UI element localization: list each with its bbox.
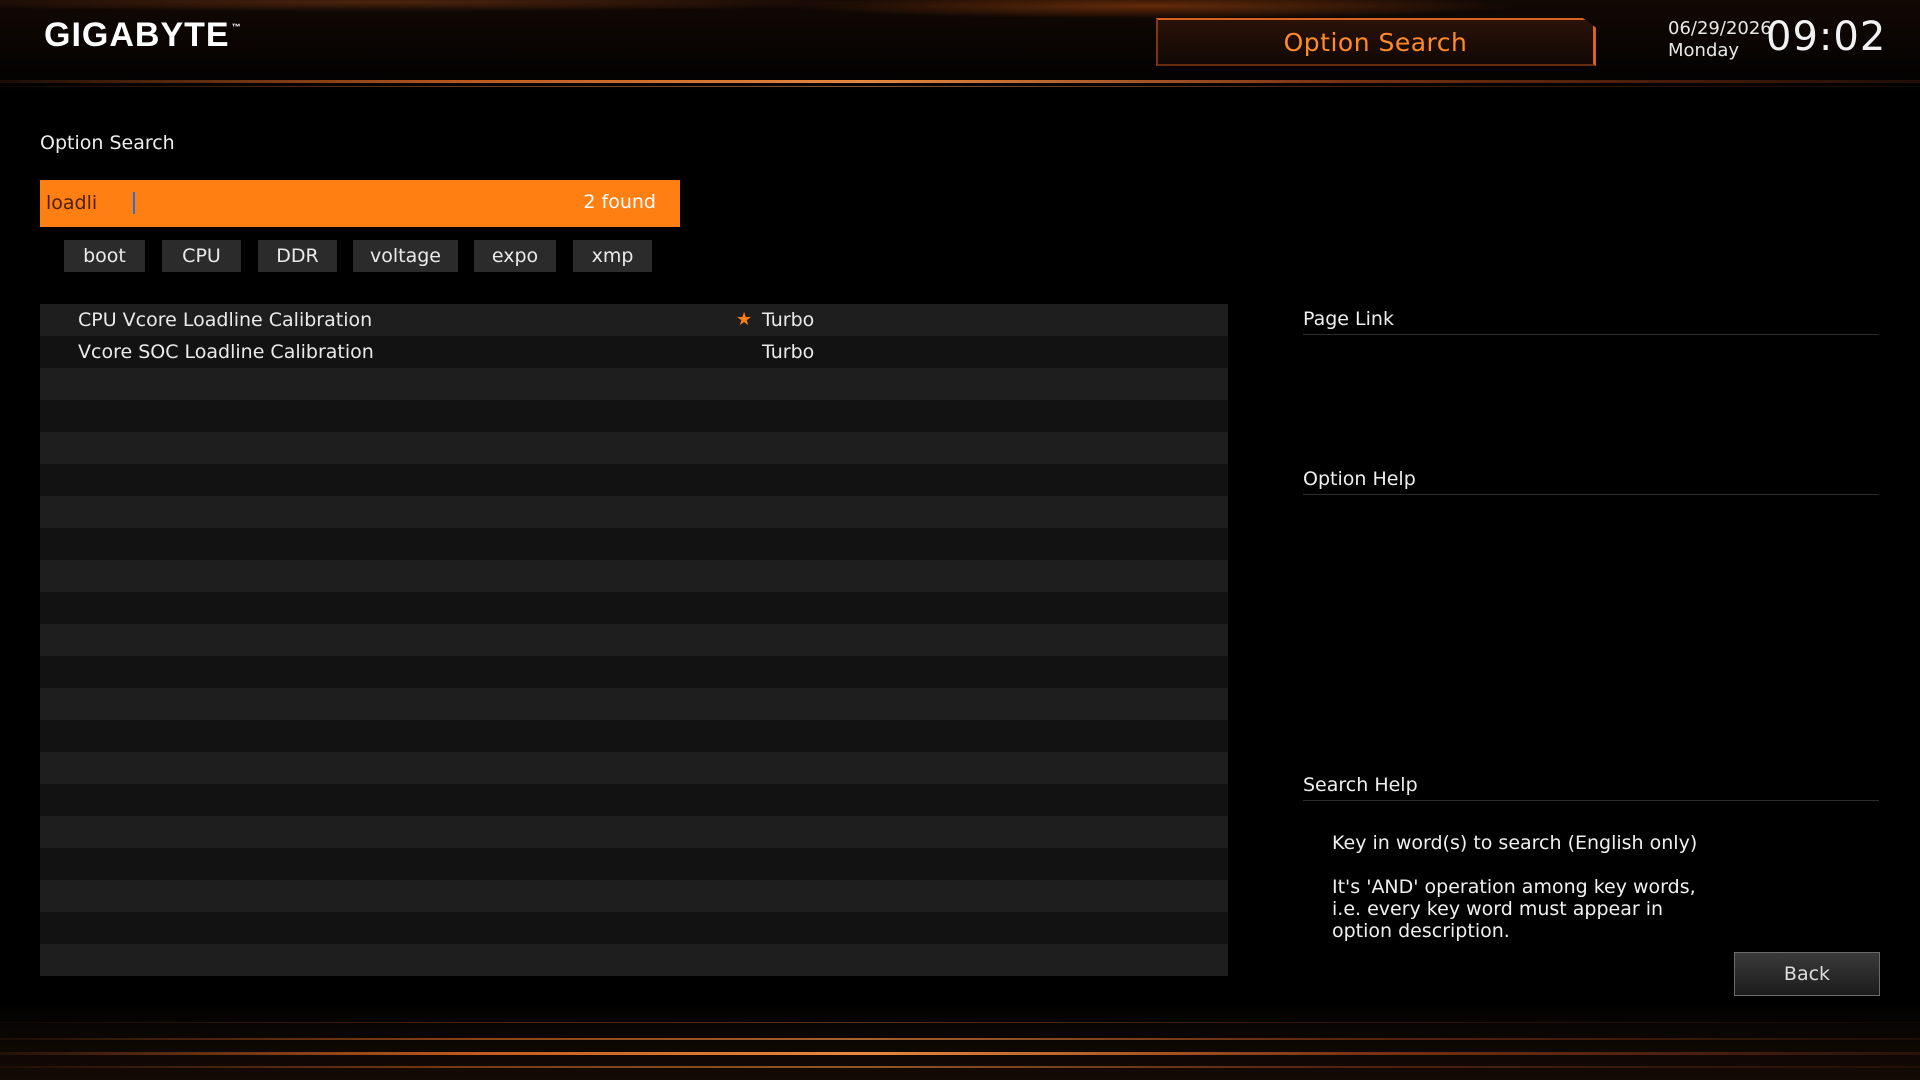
page-title-box: Option Search xyxy=(1156,18,1596,66)
result-value: Turbo xyxy=(762,309,815,331)
text-caret xyxy=(133,192,135,214)
result-row[interactable]: Vcore SOC Loadline Calibration Turbo xyxy=(40,336,1228,368)
empty-row xyxy=(40,816,1228,848)
footer-band xyxy=(0,1000,1920,1080)
empty-row xyxy=(40,848,1228,880)
chip-boot[interactable]: boot xyxy=(64,240,145,272)
chip-cpu[interactable]: CPU xyxy=(162,240,241,272)
chip-expo[interactable]: expo xyxy=(474,240,556,272)
empty-row xyxy=(40,464,1228,496)
weekday: Monday xyxy=(1668,40,1740,61)
search-help-line: option description. xyxy=(1332,920,1510,942)
empty-row xyxy=(40,592,1228,624)
result-name: CPU Vcore Loadline Calibration xyxy=(78,309,373,331)
found-count: 2 found xyxy=(583,191,656,213)
search-help-line: i.e. every key word must appear in xyxy=(1332,898,1664,920)
footer-glow-line xyxy=(0,1022,1920,1023)
empty-row xyxy=(40,528,1228,560)
empty-row xyxy=(40,432,1228,464)
result-row[interactable]: CPU Vcore Loadline Calibration ★ Turbo xyxy=(40,304,1228,336)
search-box[interactable]: 2 found xyxy=(40,180,680,227)
divider xyxy=(1303,494,1879,495)
back-button[interactable]: Back xyxy=(1734,952,1880,996)
empty-row xyxy=(40,656,1228,688)
chip-ddr[interactable]: DDR xyxy=(258,240,337,272)
date-display: 06/29/2026 Monday xyxy=(1668,18,1772,62)
search-help-line: It's 'AND' operation among key words, xyxy=(1332,876,1696,898)
empty-row xyxy=(40,624,1228,656)
empty-row xyxy=(40,496,1228,528)
result-value: Turbo xyxy=(762,341,815,363)
header-glow-line xyxy=(0,80,1920,83)
search-input[interactable] xyxy=(46,188,486,218)
empty-row xyxy=(40,720,1228,752)
empty-row xyxy=(40,368,1228,400)
date: 06/29/2026 xyxy=(1668,18,1772,39)
results-list: CPU Vcore Loadline Calibration ★ Turbo V… xyxy=(40,304,1228,976)
chip-voltage[interactable]: voltage xyxy=(353,240,458,272)
search-help-line: Key in word(s) to search (English only) xyxy=(1332,832,1698,854)
empty-row xyxy=(40,784,1228,816)
header-band xyxy=(0,0,1920,100)
empty-row xyxy=(40,752,1228,784)
page-title: Option Search xyxy=(1283,28,1468,57)
star-icon: ★ xyxy=(736,309,753,330)
result-name: Vcore SOC Loadline Calibration xyxy=(78,341,374,363)
search-help-title: Search Help xyxy=(1303,774,1418,796)
empty-row xyxy=(40,944,1228,976)
divider xyxy=(1303,334,1879,335)
footer-glow-line xyxy=(0,1038,1920,1040)
section-title: Option Search xyxy=(40,132,175,154)
empty-row xyxy=(40,560,1228,592)
option-help-title: Option Help xyxy=(1303,468,1416,490)
chip-xmp[interactable]: xmp xyxy=(573,240,652,272)
clock: 09:02 xyxy=(1766,14,1887,60)
footer-glow-line xyxy=(0,1066,1920,1068)
empty-row xyxy=(40,400,1228,432)
page-link-title: Page Link xyxy=(1303,308,1394,330)
footer-glow-line xyxy=(0,1052,1920,1055)
divider xyxy=(1303,800,1879,801)
empty-row xyxy=(40,880,1228,912)
gigabyte-logo: GIGABYTE ™ xyxy=(44,16,242,54)
header-glow-line-thin xyxy=(0,86,1920,87)
empty-row xyxy=(40,912,1228,944)
empty-row xyxy=(40,688,1228,720)
bios-screen: GIGABYTE ™ Option Search 06/29/2026 Monda… xyxy=(0,0,1920,1080)
